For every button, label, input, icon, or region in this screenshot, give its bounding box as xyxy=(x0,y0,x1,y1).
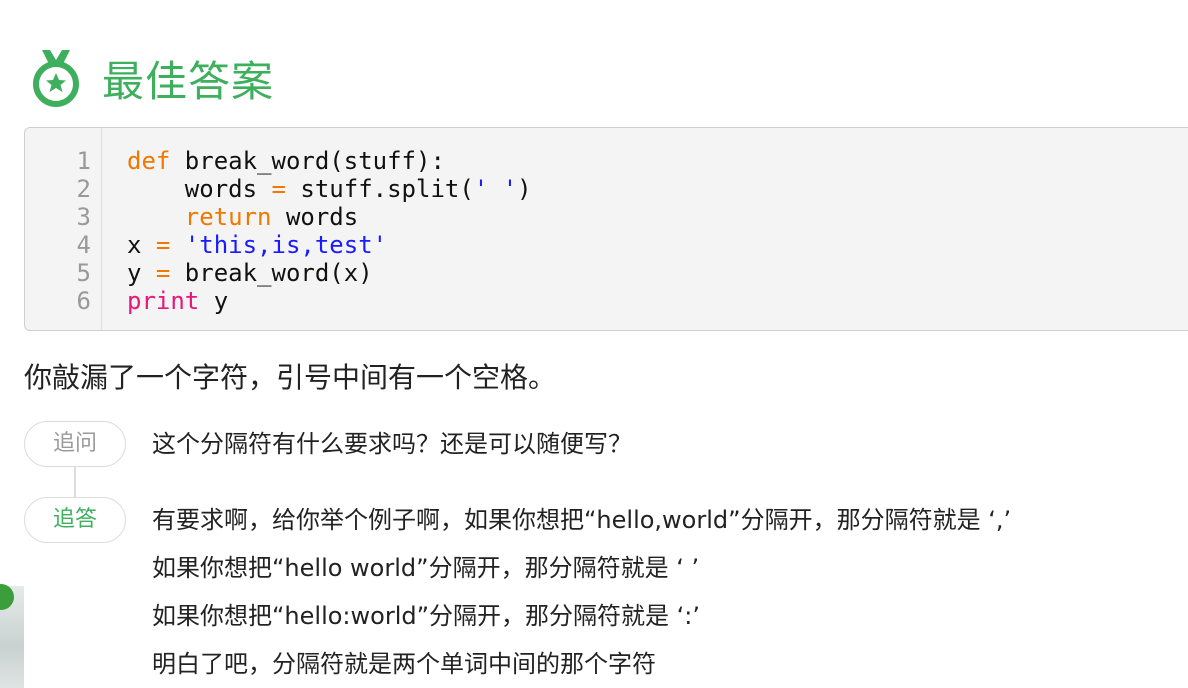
tag-connector xyxy=(74,467,76,497)
follow-up-reply: 有要求啊，给你举个例子啊，如果你想把“hello,world”分隔开，那分隔符就… xyxy=(152,496,1011,688)
best-answer-header: 最佳答案 xyxy=(30,46,274,110)
code-line: def break_word(stuff): xyxy=(127,147,445,175)
code-line: return words xyxy=(184,203,359,231)
code-block: 1 2 3 4 5 6 def break_word(stuff): words… xyxy=(24,127,1188,331)
line-number-gutter: 1 2 3 4 5 6 xyxy=(25,128,102,330)
line-number: 5 xyxy=(76,259,91,287)
line-number: 6 xyxy=(76,287,91,315)
reply-line: 如果你想把“hello world”分隔开，那分隔符就是 ‘ ’ xyxy=(152,554,700,582)
code-line: words = stuff.split(' ') xyxy=(127,175,532,203)
code-line: y = break_word(x) xyxy=(127,259,373,287)
line-number: 1 xyxy=(76,147,91,175)
reply-line: 明白了吧，分隔符就是两个单词中间的那个字符 xyxy=(152,650,656,678)
code-line: x = 'this,is,test' xyxy=(127,231,388,259)
best-answer-title: 最佳答案 xyxy=(102,56,275,106)
line-number: 2 xyxy=(76,175,91,203)
answer-text: 你敲漏了一个字符，引号中间有一个空格。 xyxy=(24,361,557,394)
follow-up-question-tag: 追问 xyxy=(24,421,126,467)
code-content[interactable]: def break_word(stuff): words = stuff.spl… xyxy=(127,147,532,315)
avatar[interactable] xyxy=(0,584,24,688)
follow-up-reply-tag: 追答 xyxy=(24,497,126,543)
line-number: 3 xyxy=(76,203,91,231)
reply-line: 有要求啊，给你举个例子啊，如果你想把“hello,world”分隔开，那分隔符就… xyxy=(152,506,1012,534)
follow-up-question: 这个分隔符有什么要求吗？还是可以随便写？ xyxy=(152,430,632,458)
code-line: print y xyxy=(127,287,229,315)
line-number: 4 xyxy=(76,231,91,259)
medal-star-icon xyxy=(30,48,82,108)
reply-line: 如果你想把“hello:world”分隔开，那分隔符就是 ‘:’ xyxy=(152,602,701,630)
avatar-badge-icon xyxy=(0,584,14,610)
